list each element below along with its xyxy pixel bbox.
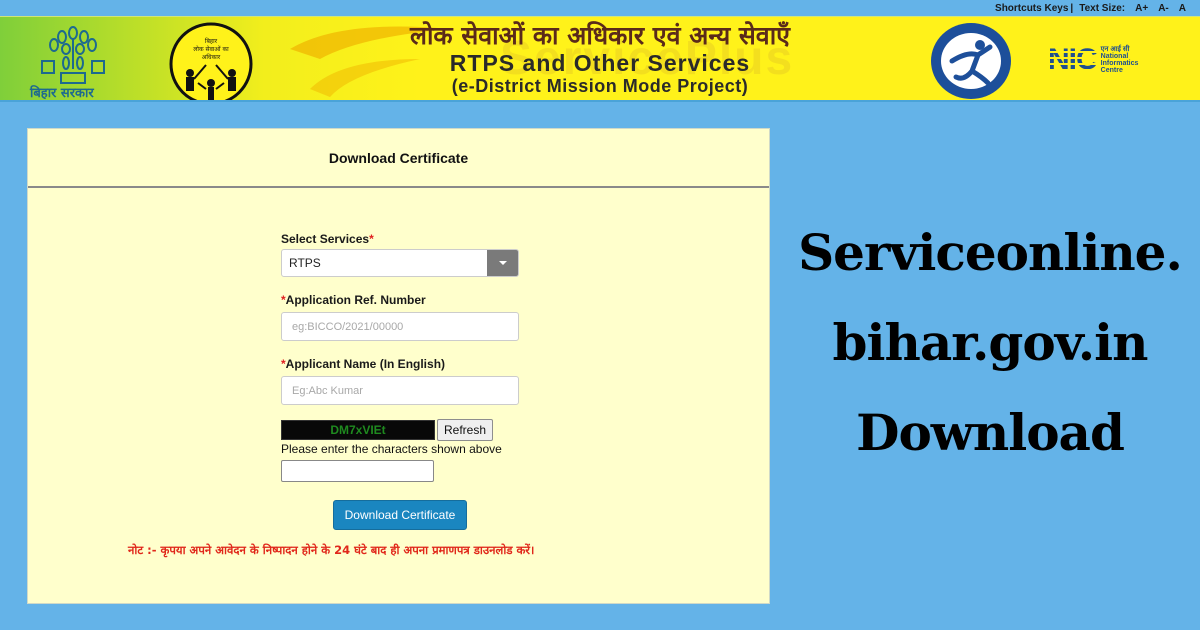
note-text: नोट :- कृपया अपने आवेदन के निष्पादन होने… — [128, 543, 535, 557]
svg-text:अधिकार: अधिकार — [202, 53, 221, 61]
captcha-hint: Please enter the characters shown above — [281, 442, 502, 456]
text-size-reset-button[interactable]: A — [1179, 3, 1186, 14]
ref-number-label: *Application Ref. Number — [281, 293, 426, 307]
article-title: Serviceonline. bihar.gov.in Download — [790, 208, 1190, 478]
text-size-label: Text Size: — [1079, 2, 1126, 14]
download-certificate-button[interactable]: Download Certificate — [333, 500, 467, 530]
emblem-caption: बिहार सरकार — [30, 86, 94, 101]
nic-line3: Centre — [1100, 67, 1123, 74]
banner-title-english: RTPS and Other Services — [449, 50, 751, 76]
applicant-name-input[interactable] — [281, 376, 519, 405]
accessibility-bar: Shortcuts Keys | Text Size: A+ A- A — [995, 0, 1200, 16]
download-form: Select Services* RTPS *Application Ref. … — [281, 231, 521, 482]
separator: | — [1070, 2, 1074, 14]
captcha-input[interactable] — [281, 460, 434, 482]
nic-line2: Informatics — [1100, 60, 1139, 67]
svg-text:बिहार: बिहार — [205, 37, 218, 45]
nic-mark-icon: NIC — [1048, 43, 1098, 76]
service-select[interactable]: RTPS — [281, 249, 519, 277]
text-size-increase-button[interactable]: A+ — [1135, 3, 1148, 14]
nic-logo: NIC एन आई सी National Informatics Centre — [1048, 45, 1138, 75]
refresh-captcha-button[interactable]: Refresh — [437, 419, 494, 441]
article-title-line3: Download — [856, 403, 1125, 462]
nic-hindi: एन आई सी — [1100, 46, 1130, 53]
rtps-act-logo-icon: बिहार लोक सेवाओं का अधिकार — [169, 22, 253, 100]
text-size-decrease-button[interactable]: A- — [1158, 3, 1169, 14]
service-label: Select Services* — [281, 232, 374, 246]
download-certificate-panel: Download Certificate Select Services* RT… — [27, 128, 770, 604]
chevron-down-icon[interactable] — [487, 250, 518, 276]
bihar-it-mission-seal-icon — [931, 23, 1011, 99]
ref-number-input[interactable] — [281, 312, 519, 341]
service-select-value: RTPS — [289, 256, 321, 270]
required-mark: * — [369, 232, 374, 246]
banner-title-hindi: लोक सेवाओं का अधिकार एवं अन्य सेवाएँ — [410, 21, 790, 50]
applicant-name-label: *Applicant Name (In English) — [281, 357, 446, 371]
panel-title: Download Certificate — [28, 129, 769, 188]
article-title-line2: bihar.gov.in — [832, 313, 1149, 372]
banner-subtitle: (e-District Mission Mode Project) — [451, 76, 749, 96]
captcha-image: DM7xVIEt — [281, 420, 435, 440]
nic-line1: National — [1100, 53, 1129, 60]
svg-text:लोक सेवाओं का: लोक सेवाओं का — [193, 45, 229, 53]
header-banner: बिहार सरकार बिहार लोक सेवाओं का अधिकार S… — [0, 16, 1200, 102]
article-title-line1: Serviceonline. — [798, 223, 1183, 282]
shortcuts-keys-link[interactable]: Shortcuts Keys — [995, 3, 1068, 14]
